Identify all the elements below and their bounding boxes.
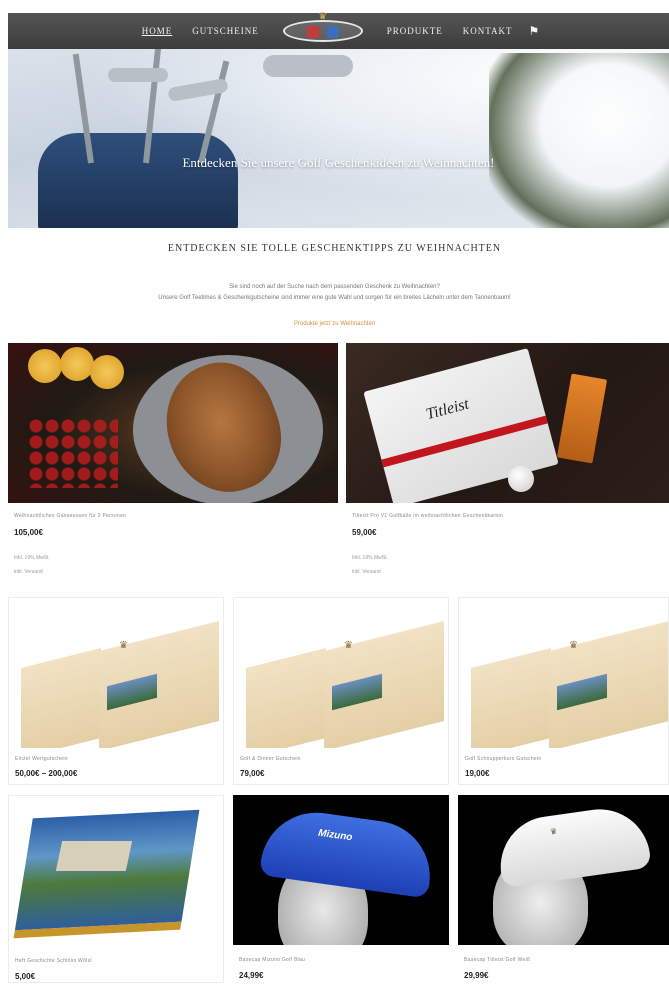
tax-info: Inkl. 19% MwSt.: [14, 555, 50, 561]
tax-info: Inkl. 19% MwSt.: [352, 555, 388, 561]
nav-item-home[interactable]: Home: [132, 26, 183, 36]
product-name[interactable]: Einzel Wertgutschein: [15, 756, 68, 762]
product-card-cap-white[interactable]: ♛ Basecap Titleist Golf Weiß 29,99€: [458, 795, 669, 983]
product-name[interactable]: Titleist Pro V1 Golfbälle im weihnachtli…: [352, 513, 503, 519]
titleist-logo: Titleist: [424, 395, 471, 424]
product-card-gaenseessen[interactable]: Weihnachtliches Gänseessen für 2 Persone…: [8, 343, 338, 588]
nav-item-produkte[interactable]: Produkte: [377, 26, 453, 36]
hero-title: Entdecken Sie unsere Golf Geschenkideen …: [182, 155, 495, 170]
product-image[interactable]: ♛: [234, 598, 448, 748]
flag-icon[interactable]: ⚑: [523, 24, 546, 38]
shipping-info: inkl. Versand: [14, 569, 43, 575]
products-link[interactable]: Produkte jetzt zu Weihnachten: [0, 321, 669, 327]
snowy-tree-image: [489, 53, 669, 228]
section-heading: Entdecken Sie tolle Geschenktipps zu Wei…: [167, 243, 502, 254]
dumplings-image: [28, 347, 138, 402]
ribbon-image: [381, 415, 548, 468]
intro-text-line: Sie sind noch auf der Suche nach dem pas…: [229, 284, 440, 290]
product-name[interactable]: Heft Geschichte Schloss Wölsl: [15, 958, 92, 964]
brochure-cover-image: [13, 809, 200, 939]
crest-logo-icon: ♛: [282, 12, 363, 42]
product-name[interactable]: Golf & Dinner Gutschein: [240, 756, 301, 762]
product-price: 59,00€: [352, 528, 377, 537]
product-price: 79,00€: [240, 769, 265, 778]
product-price: 105,00€: [14, 528, 43, 537]
product-image[interactable]: ♛: [9, 598, 223, 748]
shipping-info: inkl. Versand: [352, 569, 381, 575]
product-price: 19,00€: [465, 769, 490, 778]
product-name[interactable]: Basecap Mizuno Golf Blau: [239, 957, 305, 963]
product-card-golf-dinner[interactable]: ♛ Golf & Dinner Gutschein 79,00€: [233, 597, 449, 785]
product-image[interactable]: ♛: [459, 598, 668, 748]
golf-ball-image: [508, 466, 534, 492]
berries-image: [28, 418, 118, 488]
product-price: 5,00€: [15, 972, 36, 981]
crest-shield-icon: [306, 26, 319, 38]
crest-icon: ♛: [119, 640, 128, 651]
product-image[interactable]: Titleist: [346, 343, 669, 503]
product-name[interactable]: Weihnachtliches Gänseessen für 2 Persone…: [14, 513, 126, 519]
product-image[interactable]: [8, 343, 338, 503]
product-card-cap-blue[interactable]: Mizuno Basecap Mizuno Golf Blau 24,99€: [233, 795, 449, 983]
crest-icon: ♛: [344, 640, 353, 651]
product-price: 29,99€: [464, 971, 489, 980]
product-name[interactable]: Golf Schnupperkurs Gutschein: [465, 756, 542, 762]
product-image[interactable]: [9, 796, 223, 946]
club-head-image: [108, 68, 168, 82]
intro-text-line: Unsere Golf Teetimes & Geschenkgutschein…: [158, 295, 511, 301]
product-image[interactable]: Mizuno: [233, 795, 449, 945]
product-image[interactable]: ♛: [458, 795, 669, 945]
nav-item-kontakt[interactable]: Kontakt: [453, 26, 523, 36]
cap-logo: ♛: [549, 826, 558, 837]
product-price: 24,99€: [239, 971, 264, 980]
club-head-image: [263, 55, 353, 77]
product-card-titleist[interactable]: Titleist Titleist Pro V1 Golfbälle im we…: [346, 343, 669, 588]
product-card-heft[interactable]: Heft Geschichte Schloss Wölsl 5,00€: [8, 795, 224, 983]
product-price: 50,00€ – 200,00€: [15, 769, 78, 778]
crest-shield-icon: [326, 26, 339, 38]
main-nav: Home Gutscheine ♛ Produkte Kontakt ⚑: [8, 12, 669, 49]
crest-icon: ♛: [569, 640, 578, 651]
product-name[interactable]: Basecap Titleist Golf Weiß: [464, 957, 530, 963]
product-card-schnupperkurs[interactable]: ♛ Golf Schnupperkurs Gutschein 19,00€: [458, 597, 669, 785]
nav-item-gutscheine[interactable]: Gutscheine: [182, 26, 269, 36]
site-logo[interactable]: ♛: [277, 12, 369, 49]
castle-image: [55, 841, 133, 871]
crown-icon: ♛: [318, 11, 328, 22]
product-card-wertgutschein[interactable]: ♛ Einzel Wertgutschein 50,00€ – 200,00€: [8, 597, 224, 785]
